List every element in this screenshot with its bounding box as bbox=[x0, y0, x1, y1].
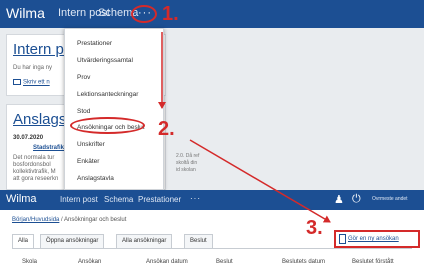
tab-alla[interactable]: Alla bbox=[12, 234, 35, 248]
top-navbar: Wilma Intern post Schema ··· 1. bbox=[0, 0, 424, 28]
intern-post-text: Du har inga ny bbox=[13, 65, 53, 71]
announcement-line: att gora reseerkn bbox=[13, 176, 59, 182]
app-title[interactable]: Wilma bbox=[6, 5, 45, 21]
announcement-title[interactable]: Anslagst bbox=[13, 111, 71, 128]
menu-item-enkater[interactable]: Enkäter bbox=[77, 158, 99, 165]
zoomed-screenshot: Wilma Intern post Schema ··· 1. Intern p… bbox=[0, 0, 424, 190]
tab-alla-ansokningar[interactable]: Alla ansökningar bbox=[116, 234, 173, 248]
announcement-line: kollektivtrafik, M bbox=[13, 169, 56, 175]
tab-beslut[interactable]: Beslut bbox=[184, 234, 213, 248]
menu-item-anslagstavla[interactable]: Anslagstavla bbox=[77, 175, 114, 182]
menu-item-utvarderingssamtal[interactable]: Utvärderingssamtal bbox=[77, 57, 133, 64]
tab-divider bbox=[12, 248, 412, 249]
column-header-beslutets-datum[interactable]: Beslutets datum bbox=[282, 259, 325, 265]
breadcrumb-home-link[interactable]: Början/Huvudsida bbox=[12, 217, 59, 223]
column-header-beslut[interactable]: Beslut bbox=[216, 259, 233, 265]
full-screenshot: Wilma Intern post Schema Prestationer ··… bbox=[0, 190, 424, 269]
announcement-line: Det normala tur bbox=[13, 155, 55, 161]
breadcrumb-current: / Ansökningar och beslut bbox=[59, 217, 127, 223]
menu-item-unskrifter[interactable]: Unskrifter bbox=[77, 141, 105, 148]
announcement-line: bosfordonsbol bbox=[13, 162, 51, 168]
nav-prestationer[interactable]: Prestationer bbox=[138, 195, 181, 204]
column-header-ansokan-datum[interactable]: Ansökan datum bbox=[146, 259, 188, 265]
annotation-oval bbox=[70, 117, 145, 134]
annotation-circle bbox=[131, 5, 157, 23]
menu-item-lektionsanteckningar[interactable]: Lektionsanteckningar bbox=[77, 91, 138, 98]
background-text: skoltå din bbox=[176, 160, 198, 166]
app-title[interactable]: Wilma bbox=[6, 193, 37, 205]
annotation-box bbox=[334, 230, 420, 248]
menu-item-prov[interactable]: Prov bbox=[77, 74, 90, 81]
power-icon[interactable]: ⏻ bbox=[352, 193, 361, 206]
step-2-label: 2. bbox=[158, 118, 175, 140]
background-text: id skolan bbox=[176, 167, 196, 173]
more-dropdown-menu: Prestationer Utvärderingssamtal Prov Lek… bbox=[64, 28, 164, 190]
announcement-date: 30.07.2020 bbox=[13, 135, 44, 141]
step-1-label: 1. bbox=[162, 3, 179, 25]
user-name[interactable]: Ovrmeste andet bbox=[372, 196, 408, 202]
breadcrumb: Början/Huvudsida / Ansökningar och beslu… bbox=[12, 217, 126, 223]
envelope-icon bbox=[13, 79, 21, 85]
step-3-label: 3. bbox=[306, 217, 323, 239]
tab-oppna-ansokningar[interactable]: Öppna ansökningar bbox=[40, 234, 105, 248]
nav-schema[interactable]: Schema bbox=[104, 195, 133, 204]
write-message-link[interactable]: Skriv ett n bbox=[13, 79, 50, 86]
bottom-navbar: Wilma Intern post Schema Prestationer ··… bbox=[0, 190, 424, 210]
more-menu-button[interactable]: ··· bbox=[190, 194, 201, 203]
column-header-skola[interactable]: Skola bbox=[22, 259, 37, 265]
background-text: 2.0. Då ref bbox=[176, 153, 200, 159]
menu-item-prestationer[interactable]: Prestationer bbox=[77, 40, 112, 47]
announcement-link[interactable]: Stadstrafik bbox=[33, 145, 64, 151]
column-header-ansokan[interactable]: Ansökan bbox=[78, 259, 101, 265]
user-switch-icon[interactable]: ♟ bbox=[334, 193, 344, 206]
column-header-beslutet-forstatt[interactable]: Beslutet förstått bbox=[352, 259, 394, 265]
nav-intern-post[interactable]: Intern post bbox=[60, 195, 98, 204]
menu-item-stod[interactable]: Stod bbox=[77, 108, 90, 115]
